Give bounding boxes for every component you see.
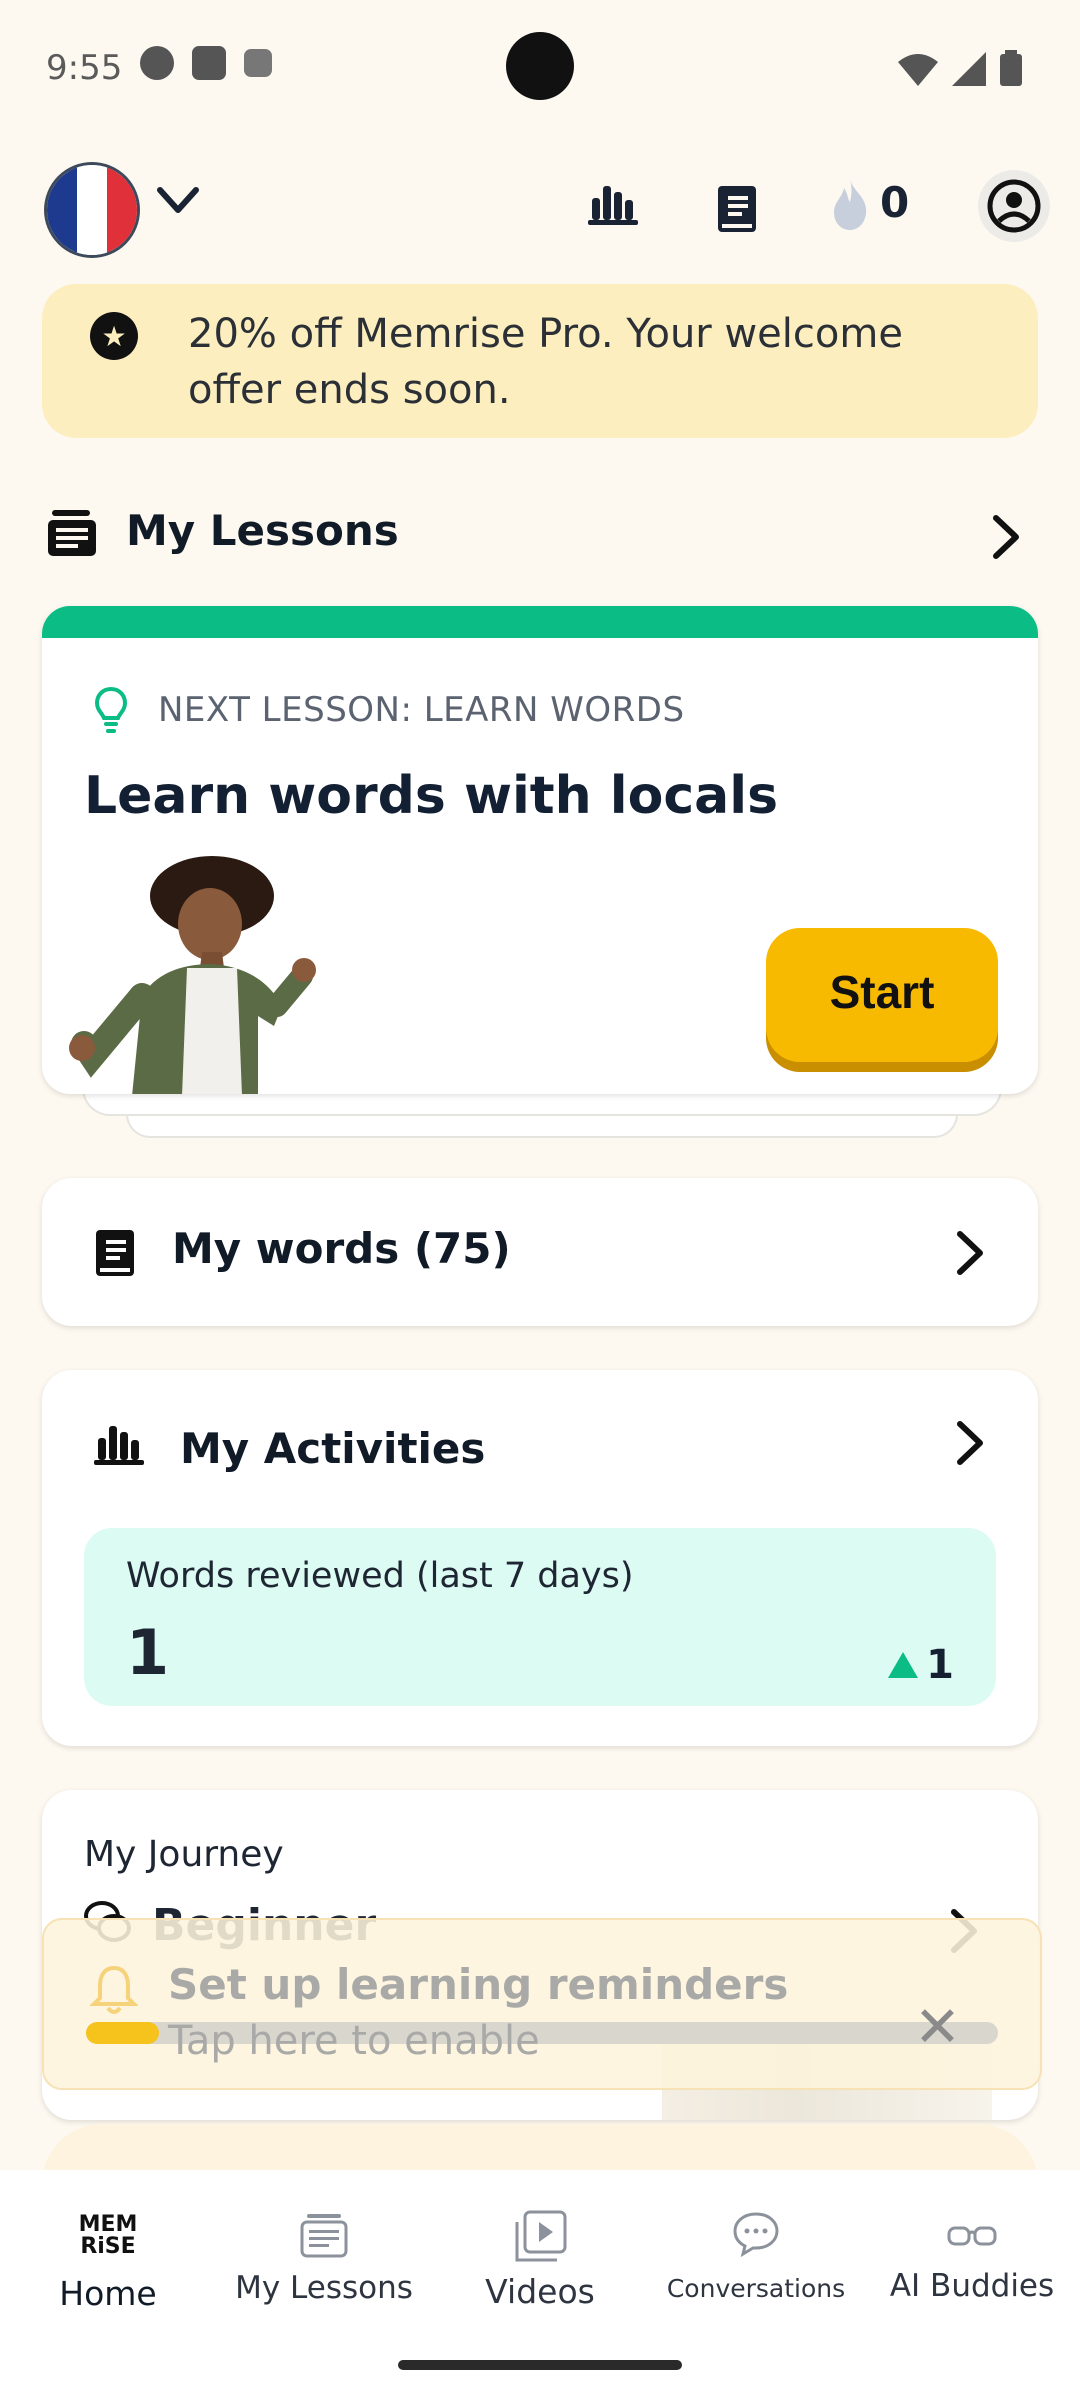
nav-home[interactable]: MEM RiSE Home [0, 2210, 216, 2314]
status-system-icons [898, 50, 1022, 86]
memrise-logo-icon: MEM RiSE [78, 2212, 138, 2259]
next-lesson-label: NEXT LESSON: LEARN WORDS [158, 690, 685, 730]
local-person-illustration [69, 856, 316, 1094]
activities-chart-icon [94, 1426, 144, 1465]
status-notification-icons [140, 46, 272, 80]
my-words-card[interactable]: My words (75) [42, 1178, 1038, 1326]
battery-icon [1000, 50, 1022, 86]
chat-icon [733, 2212, 779, 2258]
nav-my-lessons-label: My Lessons [235, 2270, 413, 2306]
stats-icon[interactable] [588, 180, 638, 226]
delta-value: 1 [926, 1642, 954, 1688]
my-activities-card[interactable]: My Activities Words reviewed (last 7 day… [42, 1370, 1038, 1746]
my-journey-title: My Journey [84, 1834, 284, 1875]
app-notification-icon [244, 49, 272, 77]
my-lessons-title[interactable]: My Lessons [126, 506, 399, 555]
glasses-icon [947, 2226, 997, 2246]
trend-up-icon [888, 1652, 919, 1678]
wifi-icon [898, 54, 938, 86]
my-words-chevron-icon[interactable] [954, 1230, 986, 1276]
streak-count[interactable]: 0 [880, 178, 909, 227]
gesture-home-bar[interactable] [398, 2360, 682, 2370]
reminder-toast[interactable]: Set up learning reminders Tap here to en… [42, 1918, 1042, 2090]
sync-icon [140, 46, 174, 80]
profile-icon [987, 179, 1041, 233]
words-book-icon[interactable] [716, 184, 758, 234]
my-words-label: My words (75) [172, 1224, 511, 1273]
nav-ai-buddies[interactable]: AI Buddies [864, 2210, 1080, 2304]
bell-icon [90, 1965, 138, 2014]
nav-home-label: Home [59, 2274, 157, 2313]
my-activities-chevron-icon[interactable] [954, 1420, 986, 1466]
reminder-title: Set up learning reminders [168, 1960, 789, 2009]
profile-button[interactable] [978, 170, 1050, 242]
my-activities-title: My Activities [180, 1424, 486, 1473]
nav-videos[interactable]: Videos [432, 2210, 648, 2311]
words-reviewed-delta: 1 [886, 1642, 954, 1688]
nav-my-lessons[interactable]: My Lessons [216, 2210, 432, 2306]
nav-videos-label: Videos [485, 2272, 595, 2311]
lightbulb-icon [94, 686, 128, 733]
book-icon [96, 1230, 134, 1276]
language-flag-button[interactable] [44, 162, 140, 258]
videos-icon [515, 2210, 567, 2262]
signal-icon [952, 52, 986, 86]
chevron-down-icon[interactable] [156, 186, 200, 216]
promo-text: 20% off Memrise Pro. Your welcome offer … [188, 311, 903, 413]
status-time: 9:55 [46, 48, 123, 88]
nav-conversations[interactable]: Conversations [648, 2210, 864, 2303]
nav-ai-buddies-label: AI Buddies [889, 2268, 1055, 2304]
my-lessons-chevron-icon[interactable] [990, 514, 1022, 560]
camera-cutout [506, 32, 574, 100]
streak-flame-icon[interactable] [830, 178, 870, 232]
words-reviewed-value: 1 [126, 1616, 170, 1689]
lessons-icon [300, 2214, 348, 2258]
lesson-card-accent-bar [42, 606, 1038, 638]
close-icon[interactable]: ✕ [914, 2000, 961, 2056]
nav-conversations-label: Conversations [666, 2274, 846, 2303]
lesson-title: Learn words with locals [84, 766, 779, 826]
promo-banner[interactable]: ★ 20% off Memrise Pro. Your welcome offe… [42, 284, 1038, 438]
reminder-subtitle: Tap here to enable [168, 2018, 540, 2064]
sd-card-icon [192, 46, 226, 80]
next-lesson-card[interactable]: NEXT LESSON: LEARN WORDS Learn words wit… [42, 606, 1038, 1094]
lessons-stack-icon [48, 510, 96, 556]
reminder-progress-fill [86, 2022, 159, 2044]
star-icon: ★ [90, 312, 138, 360]
start-lesson-button[interactable]: Start [766, 928, 998, 1062]
words-reviewed-stat: Words reviewed (last 7 days) 1 1 [84, 1528, 996, 1706]
words-reviewed-label: Words reviewed (last 7 days) [126, 1556, 634, 1596]
